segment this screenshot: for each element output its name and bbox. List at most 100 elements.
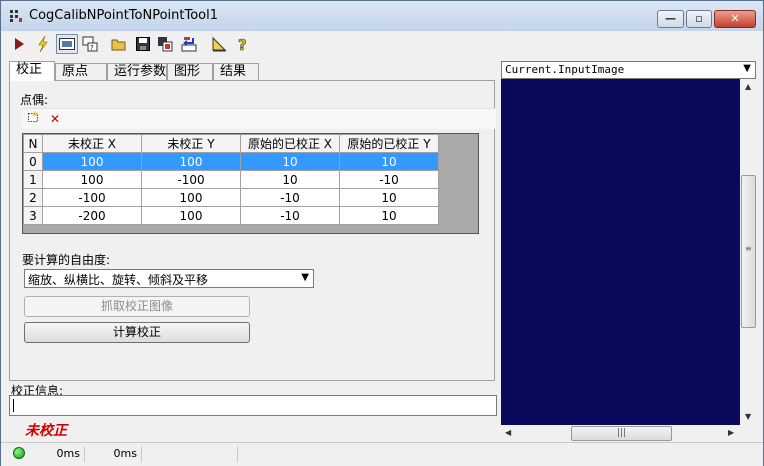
- table-cell[interactable]: 100: [42, 170, 142, 189]
- table-cell[interactable]: 10: [339, 152, 439, 171]
- tab-calibration[interactable]: 校正: [9, 61, 55, 81]
- table-cell[interactable]: 100: [141, 206, 241, 225]
- layout-icon: [212, 36, 227, 52]
- lightning-button[interactable]: [33, 34, 53, 54]
- table-cell[interactable]: -100: [42, 188, 142, 207]
- table-cell[interactable]: 100: [141, 188, 241, 207]
- calibration-panel: 点偶: ✕ N 未校正 X 未校正 Y 原始的已校正 X 原始的已校正 Y 0 …: [9, 80, 496, 381]
- row-header[interactable]: 2: [23, 188, 43, 207]
- row-header[interactable]: 0: [23, 152, 43, 171]
- scroll-down-icon[interactable]: ▼: [745, 412, 751, 421]
- save-button[interactable]: [133, 34, 153, 54]
- window-title: CogCalibNPointToNPointTool1: [29, 8, 219, 23]
- image-display[interactable]: [501, 79, 740, 425]
- table-cell[interactable]: 10: [339, 206, 439, 225]
- toggle-view-button[interactable]: [56, 34, 78, 54]
- chevron-down-icon: ▼: [743, 63, 751, 74]
- table-cell[interactable]: 10: [339, 188, 439, 207]
- close-icon: ✕: [730, 12, 740, 25]
- status-empty-cell: [143, 446, 238, 462]
- app-icon: [10, 10, 22, 22]
- help-button[interactable]: ?: [233, 34, 253, 54]
- tab-results[interactable]: 结果: [213, 63, 259, 81]
- image-selector[interactable]: Current.InputImage ▼: [501, 61, 756, 79]
- run-button[interactable]: [9, 34, 29, 54]
- window-button[interactable]: ?: [80, 34, 100, 54]
- table-cell[interactable]: -10: [240, 206, 340, 225]
- table-row[interactable]: 2 -100 100 -10 10: [23, 188, 439, 207]
- open-button[interactable]: [109, 34, 129, 54]
- text-caret: [13, 399, 14, 412]
- status-led-icon: [13, 447, 25, 459]
- vertical-scrollbar[interactable]: ▲ ≡ ▼: [740, 79, 757, 425]
- close-button[interactable]: ✕: [714, 10, 756, 28]
- vertical-scroll-thumb[interactable]: ≡: [741, 175, 756, 328]
- row-header[interactable]: 1: [23, 170, 43, 189]
- lightning-icon: [38, 36, 48, 52]
- run-time-2: 0ms: [86, 446, 142, 462]
- run-icon: [15, 38, 24, 50]
- compute-calibration-button[interactable]: 计算校正: [24, 322, 250, 343]
- reset-button[interactable]: [179, 34, 199, 54]
- run-time-1: 0ms: [31, 446, 85, 462]
- scroll-left-icon[interactable]: ◀: [505, 428, 511, 437]
- maximize-button[interactable]: ▫: [686, 10, 712, 28]
- column-header-uncal-x[interactable]: 未校正 X: [42, 134, 142, 153]
- save-icon: [136, 37, 150, 51]
- layout-button[interactable]: [209, 34, 229, 54]
- table-cell[interactable]: -10: [240, 188, 340, 207]
- status-bar: 0ms 0ms: [1, 442, 763, 466]
- grip-icon: |||: [616, 428, 627, 438]
- title-bar: CogCalibNPointToNPointTool1 — ▫ ✕: [1, 1, 763, 31]
- table-cell[interactable]: 10: [240, 170, 340, 189]
- tab-origin[interactable]: 原点: [55, 63, 107, 81]
- tab-graphics[interactable]: 图形: [167, 63, 213, 81]
- column-header-raw-cal-y[interactable]: 原始的已校正 Y: [339, 134, 439, 153]
- calibration-info-field[interactable]: [9, 395, 497, 416]
- new-point-icon: [28, 111, 38, 122]
- points-toolbar: ✕: [22, 108, 496, 129]
- points-table: N 未校正 X 未校正 Y 原始的已校正 X 原始的已校正 Y 0 100 10…: [22, 133, 479, 234]
- maximize-icon: ▫: [695, 12, 703, 25]
- toggle-view-icon: [59, 38, 75, 50]
- main-toolbar: ? ?: [1, 31, 763, 57]
- table-cell[interactable]: -10: [339, 170, 439, 189]
- column-header-raw-cal-x[interactable]: 原始的已校正 X: [240, 134, 340, 153]
- window-icon: ?: [82, 36, 98, 52]
- dof-label: 要计算的自由度:: [22, 253, 111, 267]
- row-header[interactable]: 3: [23, 206, 43, 225]
- scroll-right-icon[interactable]: ▶: [728, 428, 734, 437]
- table-cell[interactable]: -100: [141, 170, 241, 189]
- new-point-button[interactable]: [25, 111, 41, 127]
- reset-icon: [181, 37, 197, 52]
- minimize-icon: —: [665, 12, 676, 25]
- grab-calibration-image-button[interactable]: 抓取校正图像: [24, 296, 250, 317]
- calibration-status-text: 未校正: [25, 423, 67, 439]
- column-header-n[interactable]: N: [23, 134, 43, 153]
- table-cell[interactable]: 100: [141, 152, 241, 171]
- dof-select-value: 缩放、纵横比、旋转、倾斜及平移: [28, 273, 209, 287]
- svg-text:?: ?: [90, 44, 94, 52]
- save-as-button[interactable]: [155, 34, 175, 54]
- open-folder-icon: [111, 39, 126, 51]
- tab-run-params[interactable]: 运行参数: [107, 63, 167, 81]
- table-cell[interactable]: 10: [240, 152, 340, 171]
- horizontal-scrollbar[interactable]: ◀ ||| ▶: [501, 425, 740, 442]
- delete-point-icon[interactable]: ✕: [47, 111, 63, 127]
- app-window: CogCalibNPointToNPointTool1 — ▫ ✕ ? ? 校正…: [0, 0, 764, 466]
- points-label: 点偶:: [20, 93, 49, 107]
- table-row[interactable]: 0 100 100 10 10: [23, 152, 439, 171]
- image-selector-value: Current.InputImage: [505, 63, 625, 76]
- scroll-up-icon[interactable]: ▲: [745, 82, 751, 91]
- table-row[interactable]: 3 -200 100 -10 10: [23, 206, 439, 225]
- help-icon: ?: [238, 36, 247, 52]
- dof-select[interactable]: 缩放、纵横比、旋转、倾斜及平移 ▼: [24, 269, 314, 288]
- save-as-icon: [158, 37, 173, 52]
- column-header-uncal-y[interactable]: 未校正 Y: [141, 134, 241, 153]
- minimize-button[interactable]: —: [657, 10, 684, 28]
- table-row[interactable]: 1 100 -100 10 -10: [23, 170, 439, 189]
- chevron-down-icon: ▼: [301, 272, 309, 283]
- table-cell[interactable]: -200: [42, 206, 142, 225]
- table-cell[interactable]: 100: [42, 152, 142, 171]
- horizontal-scroll-thumb[interactable]: |||: [571, 426, 672, 441]
